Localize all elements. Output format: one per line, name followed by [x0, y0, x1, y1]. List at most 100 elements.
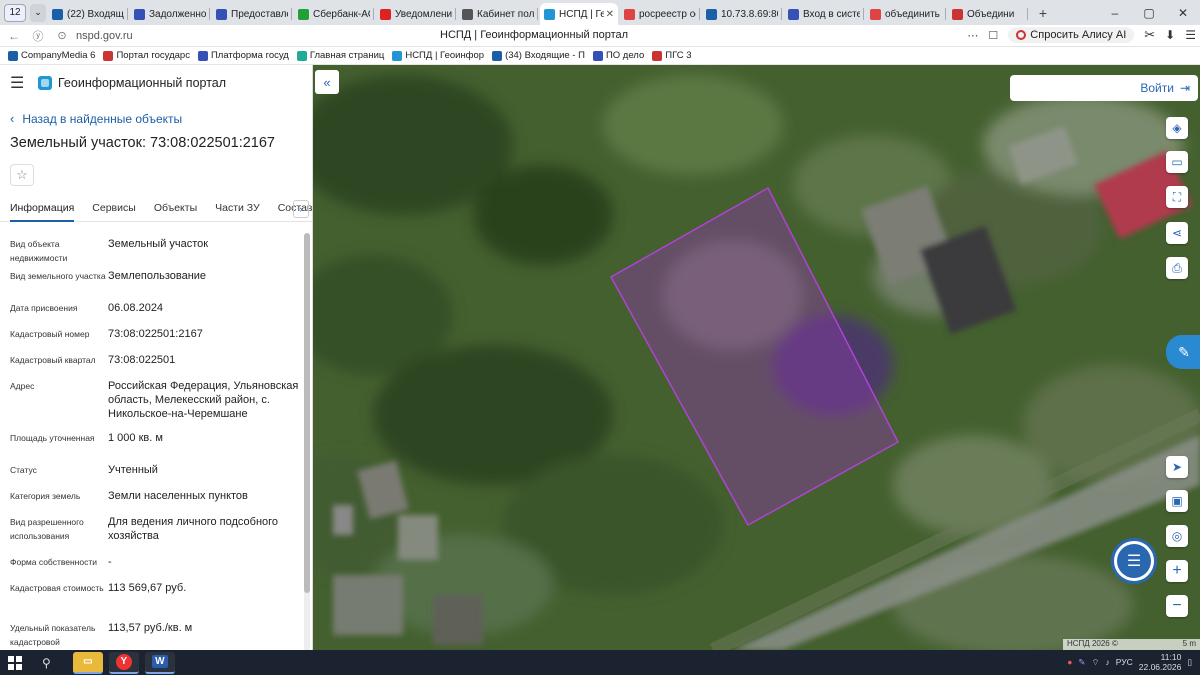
bookmark-item[interactable]: ПГС 3: [652, 50, 692, 61]
attribute-value: 73:08:022501: [108, 354, 176, 366]
bookmark-item[interactable]: (34) Входящие - П: [492, 50, 585, 61]
panel-scrollbar[interactable]: [304, 233, 310, 650]
browser-tab[interactable]: Объедини: [948, 3, 1028, 25]
tab-label: Задолженность: [149, 8, 206, 20]
close-tab-icon[interactable]: ✕: [606, 9, 614, 20]
url-field[interactable]: nspd.gov.ru: [76, 30, 133, 42]
yandex-browser-icon[interactable]: Y: [108, 651, 139, 674]
scrollbar-thumb[interactable]: [304, 233, 310, 593]
attribute-key: Категория земель: [10, 491, 81, 501]
back-to-results-link[interactable]: ‹ Назад в найденные объекты: [10, 111, 182, 126]
minimize-icon[interactable]: –: [1098, 6, 1132, 20]
bookmark-favicon-icon: [592, 50, 603, 61]
attribute-value: Земли населенных пунктов: [108, 490, 248, 502]
tab-label: Объедини: [967, 8, 1015, 20]
more-icon[interactable]: ⋯: [967, 29, 978, 42]
bookmark-item[interactable]: НСПД | Геоинфор: [392, 50, 484, 61]
browser-tab[interactable]: Уведомление: [376, 3, 456, 25]
attribute-row: Категория земель Земли населенных пунктов: [10, 489, 300, 511]
new-tab-button[interactable]: +: [1034, 5, 1052, 21]
info-tab[interactable]: Сервисы: [92, 198, 136, 222]
browser-tab[interactable]: НСПД | Гео✕: [540, 3, 618, 25]
browser-tab[interactable]: Вход в систем: [784, 3, 864, 25]
bookmark-label: ПО дело: [605, 50, 645, 61]
bookmark-label: НСПД | Геоинфор: [405, 50, 485, 61]
bookmark-item[interactable]: Платформа госуд: [197, 50, 289, 61]
tab-favicon-icon: [544, 8, 555, 20]
tray-pen-icon[interactable]: ✎: [1078, 657, 1085, 668]
attribute-row: Кадастровый квартал 73:08:022501: [10, 353, 300, 375]
bookmark-item[interactable]: ПО дело: [592, 50, 645, 61]
browser-tab[interactable]: 10.73.8.69:800: [702, 3, 782, 25]
select-area-icon[interactable]: ⛶: [1166, 186, 1188, 208]
extensions-icon[interactable]: ✂: [1144, 27, 1155, 43]
windows-taskbar: ⚲ ▭ Y W ● ✎ ⌔ ♪ РУС 11:10 22.06.2026 ▯: [0, 650, 1200, 675]
yandex-icon[interactable]: ⓨ: [28, 28, 48, 44]
satellite-imagery: [313, 65, 1200, 650]
word-icon[interactable]: W: [144, 651, 175, 674]
maximize-icon[interactable]: ▢: [1132, 6, 1166, 20]
bookmark-item[interactable]: Главная страниц: [296, 50, 384, 61]
map-view[interactable]: « Войти ⇥ ◈ ▭ ⛶ ⋖ ⎙ ✎ ➤ ▣ ◎ + − ☰ НСПД 20…: [313, 65, 1200, 650]
attribute-value: 113 569,67 руб.: [108, 582, 187, 594]
print-icon[interactable]: ⎙: [1166, 257, 1188, 279]
tray-app-icon[interactable]: ●: [1067, 657, 1072, 667]
favorite-star-icon[interactable]: ☆: [10, 164, 34, 186]
hamburger-menu-icon[interactable]: ☰: [10, 73, 30, 93]
info-tab[interactable]: Информация: [10, 198, 75, 222]
tabs-next-icon[interactable]: ›: [293, 200, 309, 218]
browser-tab[interactable]: объединить п: [866, 3, 946, 25]
collapse-panel-button[interactable]: «: [315, 70, 339, 94]
clock[interactable]: 11:10 22.06.2026: [1139, 652, 1182, 672]
navigation-icon[interactable]: ➤: [1166, 456, 1188, 478]
tab-label: росреестр оф: [639, 8, 696, 20]
window-controls: – ▢ ✕: [1098, 0, 1200, 25]
close-window-icon[interactable]: ✕: [1166, 6, 1200, 20]
share-icon[interactable]: ⋖: [1166, 222, 1188, 244]
bookmark-icon[interactable]: ☐: [988, 29, 998, 42]
menu-icon[interactable]: ☰: [1185, 28, 1196, 42]
zoom-out-icon[interactable]: −: [1166, 595, 1188, 617]
layers-icon[interactable]: ◈: [1166, 117, 1188, 139]
minimap-icon[interactable]: ▣: [1166, 490, 1188, 512]
attribute-key: Кадастровый квартал: [10, 355, 96, 365]
ruler-icon[interactable]: ▭: [1166, 151, 1188, 173]
tab-list-dropdown-icon[interactable]: ⌄: [30, 3, 46, 22]
bookmarks-bar: CompanyMedia 6 Портал государс Платформа г…: [0, 47, 1200, 65]
feedback-tab-icon[interactable]: ✎: [1166, 335, 1200, 369]
browser-tab[interactable]: Сбербанк-АС: [294, 3, 374, 25]
network-icon[interactable]: ⌔: [1091, 657, 1099, 668]
browser-tab[interactable]: росреестр оф: [620, 3, 700, 25]
attribute-key: Дата присвоения: [10, 303, 78, 313]
bookmark-item[interactable]: CompanyMedia 6: [8, 50, 95, 61]
attribute-key: Вид объекта недвижимости: [10, 239, 68, 263]
info-tab[interactable]: Части ЗУ: [215, 198, 260, 222]
tab-count-button[interactable]: 12: [4, 3, 26, 22]
attribute-key: Вид разрешенного использования: [10, 517, 84, 541]
back-arrow-icon[interactable]: ←: [4, 29, 24, 43]
back-label: Назад в найденные объекты: [22, 111, 183, 126]
zoom-in-icon[interactable]: +: [1166, 560, 1188, 582]
site-info-icon[interactable]: ⊙: [52, 29, 72, 42]
browser-tab[interactable]: Предоставление: [212, 3, 292, 25]
login-label: Войти: [1140, 81, 1174, 95]
attribute-key: Форма собственности: [10, 557, 97, 567]
bookmark-label: (34) Входящие - П: [505, 50, 585, 61]
attribute-row: Адрес Российская Федерация, Ульяновская о…: [10, 379, 300, 427]
windows-start-icon[interactable]: [8, 655, 22, 670]
locate-icon[interactable]: ◎: [1166, 525, 1188, 547]
alice-button[interactable]: Спросить Алису AI: [1008, 27, 1135, 43]
notifications-icon[interactable]: ▯: [1187, 657, 1192, 668]
downloads-icon[interactable]: ⬇: [1165, 28, 1175, 42]
search-icon[interactable]: ⚲: [42, 656, 51, 670]
volume-icon[interactable]: ♪: [1105, 657, 1109, 667]
bookmark-item[interactable]: Портал государс: [103, 50, 190, 61]
keyboard-language[interactable]: РУС: [1116, 657, 1133, 667]
file-explorer-icon[interactable]: ▭: [72, 651, 103, 674]
info-tab[interactable]: Объекты: [154, 198, 197, 222]
browser-tab[interactable]: Задолженность: [130, 3, 210, 25]
login-button[interactable]: Войти ⇥: [1010, 75, 1198, 101]
chat-button[interactable]: ☰: [1111, 538, 1157, 584]
browser-tab[interactable]: Кабинет поль: [458, 3, 538, 25]
browser-tab[interactable]: (22) Входящие: [48, 3, 128, 25]
